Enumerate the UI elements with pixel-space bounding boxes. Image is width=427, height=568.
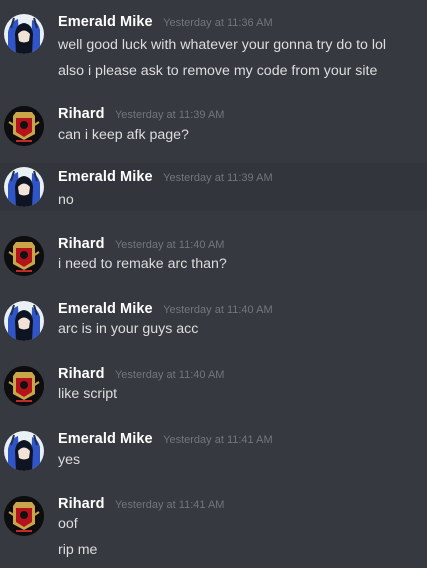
username[interactable]: Rihard bbox=[58, 236, 105, 252]
emerald-mike-avatar[interactable] bbox=[4, 167, 44, 207]
message-header: Emerald Mike Yesterday at 11:39 AM bbox=[58, 168, 273, 186]
message-text: rip me bbox=[58, 542, 98, 558]
message-group: Rihard Yesterday at 11:40 AM like script bbox=[0, 362, 427, 412]
username[interactable]: Emerald Mike bbox=[58, 169, 153, 185]
username[interactable]: Rihard bbox=[58, 106, 105, 122]
message-group: Rihard Yesterday at 11:39 AM can i keep … bbox=[0, 102, 427, 152]
timestamp[interactable]: Yesterday at 11:39 AM bbox=[163, 172, 272, 184]
timestamp[interactable]: Yesterday at 11:40 AM bbox=[163, 304, 272, 316]
message-text: well good luck with whatever your gonna … bbox=[58, 37, 387, 53]
message-group: Emerald Mike Yesterday at 11:39 AM no bbox=[0, 163, 427, 211]
rihard-avatar[interactable] bbox=[4, 496, 44, 536]
timestamp[interactable]: Yesterday at 11:36 AM bbox=[163, 17, 272, 29]
timestamp[interactable]: Yesterday at 11:39 AM bbox=[115, 109, 224, 121]
message-header: Emerald Mike Yesterday at 11:36 AM bbox=[58, 13, 273, 31]
username[interactable]: Emerald Mike bbox=[58, 431, 153, 447]
message-text: yes bbox=[58, 452, 81, 468]
timestamp[interactable]: Yesterday at 11:40 AM bbox=[115, 369, 224, 381]
message-header: Rihard Yesterday at 11:39 AM bbox=[58, 105, 224, 123]
username[interactable]: Emerald Mike bbox=[58, 14, 153, 30]
message-header: Rihard Yesterday at 11:41 AM bbox=[58, 495, 224, 513]
message-group: Emerald Mike Yesterday at 11:36 AM well … bbox=[0, 10, 427, 86]
message-header: Rihard Yesterday at 11:40 AM bbox=[58, 365, 224, 383]
rihard-avatar[interactable] bbox=[4, 236, 44, 276]
message-text: arc is in your guys acc bbox=[58, 321, 199, 337]
message-text: i need to remake arc than? bbox=[58, 256, 227, 272]
message-text: no bbox=[58, 192, 74, 208]
message-group: Emerald Mike Yesterday at 11:40 AM arc i… bbox=[0, 297, 427, 347]
message-header: Emerald Mike Yesterday at 11:40 AM bbox=[58, 300, 273, 318]
message-text: can i keep afk page? bbox=[58, 127, 189, 143]
message-text: like script bbox=[58, 386, 118, 402]
message-group: Emerald Mike Yesterday at 11:41 AM yes bbox=[0, 427, 427, 477]
timestamp[interactable]: Yesterday at 11:40 AM bbox=[115, 239, 224, 251]
username[interactable]: Rihard bbox=[58, 496, 105, 512]
rihard-avatar[interactable] bbox=[4, 106, 44, 146]
timestamp[interactable]: Yesterday at 11:41 AM bbox=[163, 434, 272, 446]
emerald-mike-avatar[interactable] bbox=[4, 301, 44, 341]
message-header: Rihard Yesterday at 11:40 AM bbox=[58, 235, 224, 253]
message-group: Rihard Yesterday at 11:41 AM oof rip me bbox=[0, 492, 427, 568]
username[interactable]: Rihard bbox=[58, 366, 105, 382]
username[interactable]: Emerald Mike bbox=[58, 301, 153, 317]
message-text: also i please ask to remove my code from… bbox=[58, 63, 378, 79]
message-text: oof bbox=[58, 516, 78, 532]
emerald-mike-avatar[interactable] bbox=[4, 431, 44, 471]
rihard-avatar[interactable] bbox=[4, 366, 44, 406]
message-group: Rihard Yesterday at 11:40 AM i need to r… bbox=[0, 232, 427, 282]
message-header: Emerald Mike Yesterday at 11:41 AM bbox=[58, 430, 273, 448]
emerald-mike-avatar[interactable] bbox=[4, 14, 44, 54]
chat-messages: Emerald Mike Yesterday at 11:36 AM well … bbox=[0, 0, 427, 568]
timestamp[interactable]: Yesterday at 11:41 AM bbox=[115, 499, 224, 511]
